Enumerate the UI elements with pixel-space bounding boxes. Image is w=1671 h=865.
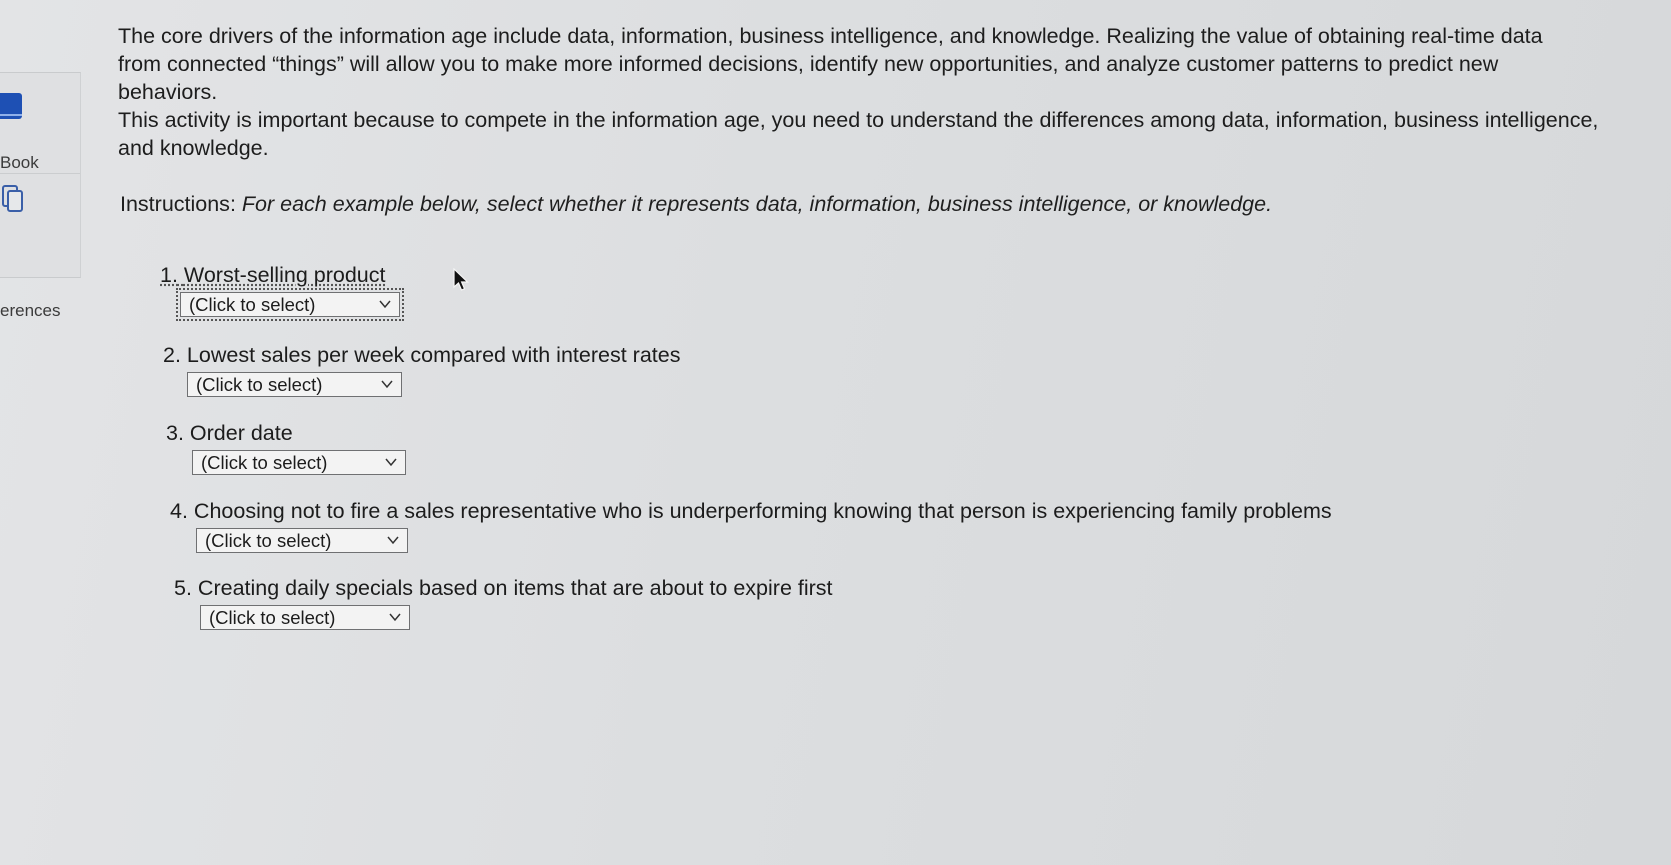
question-1: 1. Worst-selling product (Click to selec… <box>160 262 404 321</box>
chevron-down-icon <box>379 300 391 309</box>
sidebar-item-ebook-label: Book <box>0 153 39 172</box>
question-5-text: 5. Creating daily specials based on item… <box>174 576 833 600</box>
question-3: 3. Order date (Click to select) <box>166 420 406 475</box>
question-2-text: 2. Lowest sales per week compared with i… <box>163 343 681 367</box>
chevron-down-icon <box>381 380 393 389</box>
intro-paragraph-1: The core drivers of the information age … <box>118 24 1543 104</box>
mouse-pointer-icon <box>453 268 469 291</box>
intro-paragraph-2: This activity is important because to co… <box>118 108 1599 160</box>
question-4-dropdown[interactable]: (Click to select) <box>196 528 408 553</box>
question-4: 4. Choosing not to fire a sales represen… <box>170 498 1332 553</box>
instructions-lead: Instructions <box>120 192 230 216</box>
question-2-dropdown[interactable]: (Click to select) <box>187 372 402 397</box>
question-4-dropdown-value: (Click to select) <box>205 530 332 551</box>
question-5-dropdown[interactable]: (Click to select) <box>200 605 410 630</box>
question-5: 5. Creating daily specials based on item… <box>174 575 833 630</box>
question-3-dropdown-value: (Click to select) <box>201 452 328 473</box>
question-5-dropdown-value: (Click to select) <box>209 607 336 628</box>
sidebar-item-references[interactable]: erences <box>0 183 80 320</box>
sidebar: Book erences <box>0 72 81 320</box>
question-1-dropdown[interactable]: (Click to select) <box>176 288 404 321</box>
instructions: Instructions: For each example below, se… <box>120 192 1273 216</box>
question-4-text: 4. Choosing not to fire a sales represen… <box>170 499 1332 523</box>
question-3-dropdown[interactable]: (Click to select) <box>192 450 406 475</box>
question-1-dropdown-value: (Click to select) <box>189 294 316 315</box>
question-1-text: 1. Worst-selling product <box>160 263 386 287</box>
sidebar-item-references-label: erences <box>0 301 61 320</box>
main-content: The core drivers of the information age … <box>118 22 1638 218</box>
sidebar-item-ebook[interactable]: Book <box>0 93 80 174</box>
references-icon <box>2 185 23 212</box>
question-2-dropdown-value: (Click to select) <box>196 374 323 395</box>
book-icon <box>0 93 22 119</box>
question-3-text: 3. Order date <box>166 421 293 445</box>
chevron-down-icon <box>389 613 401 622</box>
chevron-down-icon <box>387 536 399 545</box>
instructions-text: For each example below, select whether i… <box>241 192 1273 216</box>
question-2: 2. Lowest sales per week compared with i… <box>163 342 680 397</box>
chevron-down-icon <box>385 458 397 467</box>
